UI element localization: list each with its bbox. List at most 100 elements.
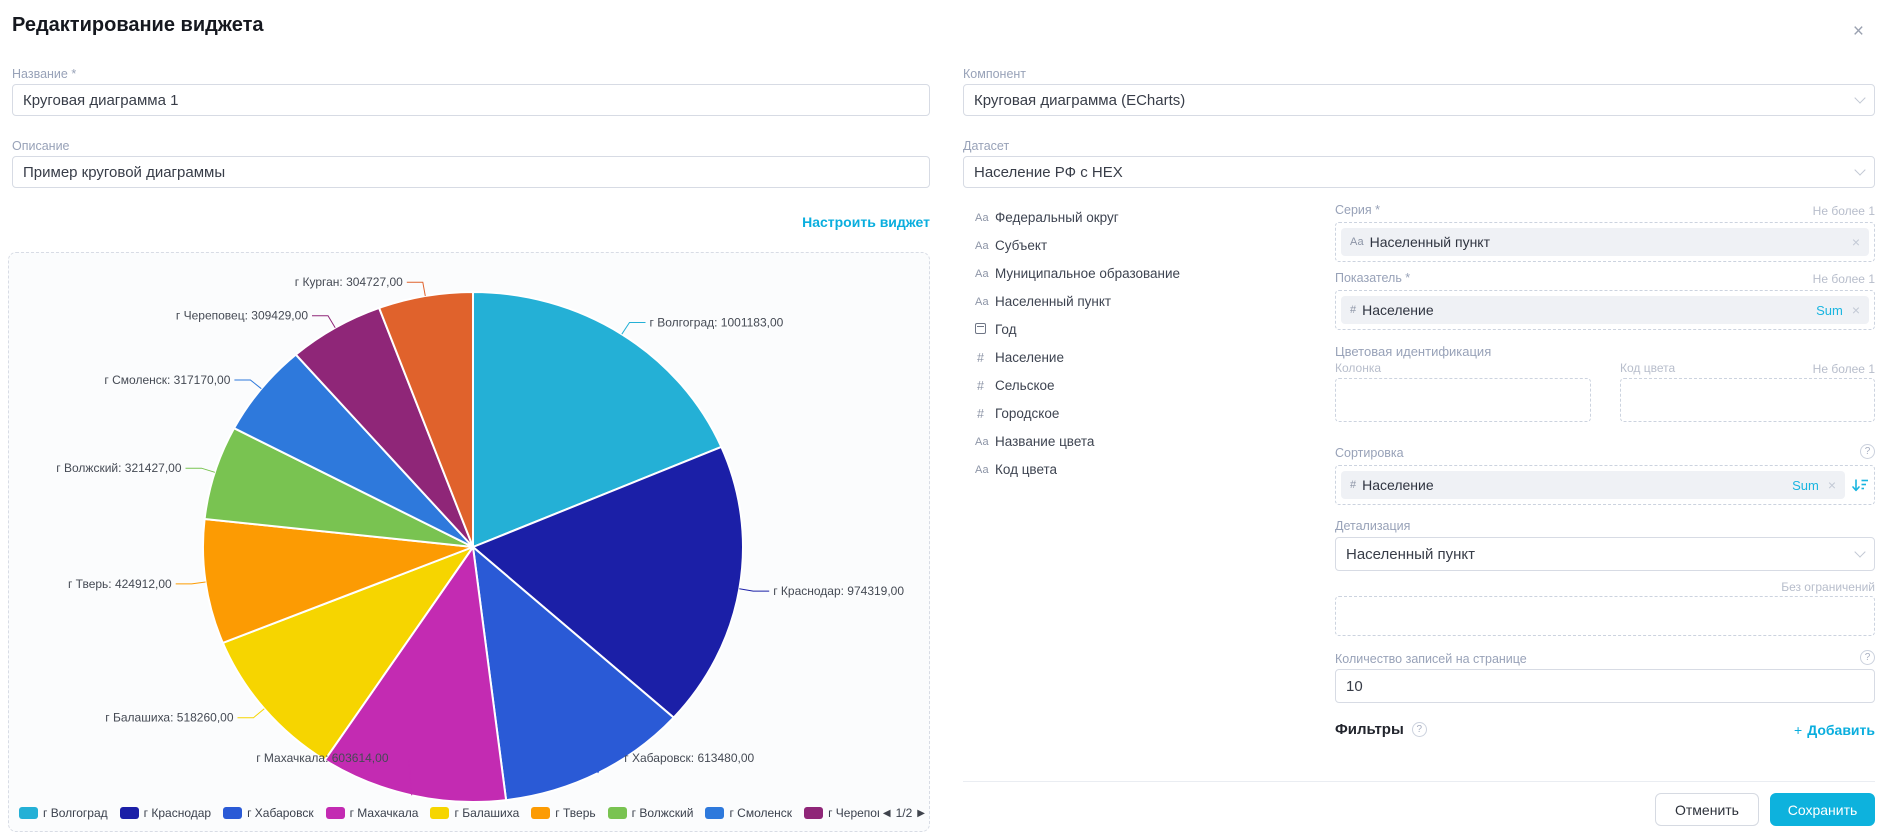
cancel-button[interactable]: Отменить [1655,793,1759,826]
pie-label: г Смоленск: 317170,00 [104,373,230,387]
sorting-label: Сортировка [1335,446,1404,460]
dataset-field-name: Федеральный округ [995,210,1119,225]
legend-item[interactable]: г Волгоград [19,806,108,820]
description-input[interactable]: Пример круговой диаграммы [12,156,930,188]
color-identity-label: Цветовая идентификация [1335,344,1491,359]
pie-label-line [739,589,769,591]
dataset-select[interactable]: Население РФ с HEX [963,156,1875,188]
legend-marker [326,807,345,819]
color-code-dropzone[interactable] [1620,378,1875,422]
dataset-field-item[interactable]: Год [975,322,1305,337]
dialog-title: Редактирование виджета [12,14,264,37]
legend-item[interactable]: г Смоленск [705,806,792,820]
pie-label: г Череповец: 309429,00 [176,309,308,323]
string-type-icon: Аа [975,436,995,448]
pie-label: г Волжский: 321427,00 [56,461,182,475]
legend-item[interactable]: г Балашиха [430,806,519,820]
legend-item[interactable]: г Тверь [531,806,595,820]
legend-item[interactable]: г Волжский [608,806,694,820]
legend-item[interactable]: г Махачкала [326,806,419,820]
chart-legend: г Волгоград г Краснодар г Хабаровск г Махач… [19,803,925,823]
dataset-field-item[interactable]: АаМуниципальное образование [975,266,1305,281]
legend-prev-icon[interactable]: ◀ [883,808,891,819]
help-icon[interactable]: ? [1860,650,1875,665]
pie-label: г Хабаровск: 613480,00 [624,751,754,765]
component-select[interactable]: Круговая диаграмма (ECharts) [963,84,1875,116]
legend-page-indicator: 1/2 [896,806,913,820]
dataset-field-name: Населенный пункт [995,294,1111,309]
save-button[interactable]: Сохранить [1770,793,1875,826]
legend-next-icon[interactable]: ▶ [917,808,925,819]
string-type-icon: Аа [975,268,995,280]
color-limit-hint: Не более 1 [1700,362,1875,376]
chevron-down-icon [1854,164,1865,175]
legend-label: г Волжский [632,806,694,820]
legend-label: г Тверь [555,806,595,820]
dataset-field-item[interactable]: #Сельское [975,378,1305,393]
configure-widget-link[interactable]: Настроить виджет [12,214,930,230]
sorting-dropzone[interactable]: # Население Sum × [1335,465,1875,505]
legend-marker [223,807,242,819]
dataset-field-name: Субъект [995,238,1047,253]
color-column-dropzone[interactable] [1335,378,1591,422]
legend-item[interactable]: г Череповец [804,806,879,820]
add-filter-button[interactable]: +Добавить [1335,722,1875,738]
pie-label: г Краснодар: 974319,00 [773,584,904,598]
help-icon[interactable]: ? [1860,444,1875,459]
pie-label-line [312,316,335,328]
legend-item[interactable]: г Хабаровск [223,806,314,820]
pie-label: г Балашиха: 518260,00 [105,711,234,725]
chevron-down-icon [1854,546,1865,557]
pie-label: г Курган: 304727,00 [295,275,403,289]
pie-label-line [186,468,215,472]
legend-marker [120,807,139,819]
remove-icon[interactable]: × [1852,303,1860,317]
close-icon[interactable]: × [1853,22,1864,41]
dataset-select-value: Население РФ с HEX [974,164,1123,181]
legend-marker [19,807,38,819]
series-chip[interactable]: Аа Населенный пункт × [1341,228,1869,256]
sorting-chip[interactable]: # Население Sum × [1341,471,1845,499]
measure-dropzone[interactable]: # Население Sum × [1335,290,1875,330]
aggregation-badge[interactable]: Sum [1792,478,1819,493]
legend-label: г Краснодар [144,806,211,820]
dataset-field-name: Год [995,322,1017,337]
name-input[interactable]: Круговая диаграмма 1 [12,84,930,116]
dataset-field-item[interactable]: #Городское [975,406,1305,421]
pie-label-line [238,709,265,718]
dataset-field-item[interactable]: АаФедеральный округ [975,210,1305,225]
legend-label: г Махачкала [350,806,419,820]
component-label: Компонент [963,67,1026,81]
series-chip-label: Населенный пункт [1370,234,1852,250]
detail-select[interactable]: Населенный пункт [1335,537,1875,571]
dataset-field-item[interactable]: АаНазвание цвета [975,434,1305,449]
sort-descending-icon[interactable] [1852,477,1869,493]
page-size-value: 10 [1346,678,1363,695]
dataset-field-item[interactable]: #Население [975,350,1305,365]
description-input-value: Пример круговой диаграммы [23,164,225,181]
aggregation-badge[interactable]: Sum [1816,303,1843,318]
legend-item[interactable]: г Краснодар [120,806,211,820]
dataset-field-item[interactable]: АаСубъект [975,238,1305,253]
detail-label: Детализация [1335,519,1410,533]
number-type-icon: # [975,379,995,393]
records-limit-dropzone[interactable] [1335,596,1875,636]
dataset-field-item[interactable]: АаНаселенный пункт [975,294,1305,309]
remove-icon[interactable]: × [1852,235,1860,249]
page-size-input[interactable]: 10 [1335,669,1875,703]
dataset-field-name: Муниципальное образование [995,266,1180,281]
measure-limit-hint: Не более 1 [1335,272,1875,286]
remove-icon[interactable]: × [1828,478,1836,492]
component-select-value: Круговая диаграмма (ECharts) [974,92,1185,109]
pie-label-line [407,282,426,296]
calendar-icon [975,323,995,337]
legend-marker [705,807,724,819]
footer-divider [963,781,1875,782]
page-size-label: Количество записей на странице [1335,652,1527,666]
chevron-down-icon [1854,92,1865,103]
name-label: Название * [12,67,76,81]
series-dropzone[interactable]: Аа Населенный пункт × [1335,222,1875,262]
name-input-value: Круговая диаграмма 1 [23,92,178,109]
dataset-field-item[interactable]: АаКод цвета [975,462,1305,477]
measure-chip[interactable]: # Население Sum × [1341,296,1869,324]
